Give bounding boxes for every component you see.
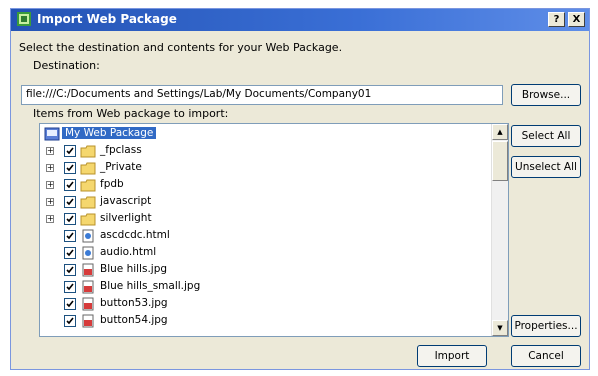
folder-label: javascript xyxy=(100,195,152,207)
destination-field[interactable]: file:///C:/Documents and Settings/Lab/My… xyxy=(21,85,503,105)
folder-icon xyxy=(80,213,96,226)
file-label: Blue hills_small.jpg xyxy=(100,280,201,292)
instruction-text: Select the destination and contents for … xyxy=(19,41,343,54)
properties-button[interactable]: Properties... xyxy=(511,315,581,337)
web-package-icon xyxy=(44,127,60,141)
check-icon xyxy=(66,266,74,274)
item-checkbox[interactable] xyxy=(64,213,76,225)
close-button[interactable]: X xyxy=(568,12,585,27)
expand-icon[interactable]: + xyxy=(46,147,54,155)
cancel-button[interactable]: Cancel xyxy=(511,345,581,367)
folder-label: _fpclass xyxy=(100,144,142,156)
check-icon xyxy=(66,232,74,240)
tree-file-item[interactable]: button54.jpg xyxy=(64,313,264,330)
folder-label: silverlight xyxy=(100,212,152,224)
unselect-all-button[interactable]: Unselect All xyxy=(511,156,581,178)
dialog-title: Import Web Package xyxy=(37,12,177,26)
item-checkbox[interactable] xyxy=(64,179,76,191)
expand-icon[interactable]: + xyxy=(46,164,54,172)
items-label: Items from Web package to import: xyxy=(33,107,229,120)
image-file-icon xyxy=(82,314,94,328)
item-checkbox[interactable] xyxy=(64,230,76,242)
scroll-thumb[interactable] xyxy=(492,141,508,181)
import-web-package-dialog: Import Web Package ? X Select the destin… xyxy=(10,8,590,370)
check-icon xyxy=(66,147,74,155)
scroll-down-icon[interactable]: ▼ xyxy=(492,320,508,336)
tree-scrollbar[interactable]: ▲ ▼ xyxy=(491,124,508,336)
file-label: Blue hills.jpg xyxy=(100,263,168,275)
image-file-icon xyxy=(82,280,94,294)
expand-icon[interactable]: + xyxy=(46,215,54,223)
tree-folder-item[interactable]: + _Private xyxy=(46,160,246,177)
image-file-icon xyxy=(82,263,94,277)
item-checkbox[interactable] xyxy=(64,247,76,259)
html-file-icon xyxy=(82,229,94,243)
tree-file-item[interactable]: Blue hills_small.jpg xyxy=(64,279,264,296)
tree-file-item[interactable]: button53.jpg xyxy=(64,296,264,313)
tree-file-item[interactable]: ascdcdc.html xyxy=(64,228,264,245)
check-icon xyxy=(66,215,74,223)
check-icon xyxy=(66,181,74,189)
item-checkbox[interactable] xyxy=(64,298,76,310)
folder-icon xyxy=(80,179,96,192)
check-icon xyxy=(66,164,74,172)
check-icon xyxy=(66,249,74,257)
tree-folder-item[interactable]: + silverlight xyxy=(46,211,246,228)
check-icon xyxy=(66,198,74,206)
item-checkbox[interactable] xyxy=(64,281,76,293)
folder-label: fpdb xyxy=(100,178,124,190)
expand-icon[interactable]: + xyxy=(46,198,54,206)
check-icon xyxy=(66,300,74,308)
package-tree[interactable]: My Web Package + _fpclass + _Private + f… xyxy=(39,123,509,337)
html-file-icon xyxy=(82,246,94,260)
scroll-up-icon[interactable]: ▲ xyxy=(492,124,508,140)
tree-folder-item[interactable]: + javascript xyxy=(46,194,246,211)
folder-icon xyxy=(80,145,96,158)
expand-icon[interactable]: + xyxy=(46,181,54,189)
destination-label: Destination: xyxy=(33,59,100,72)
tree-folder-item[interactable]: + fpdb xyxy=(46,177,246,194)
file-label: ascdcdc.html xyxy=(100,229,170,241)
file-label: button53.jpg xyxy=(100,297,168,309)
select-all-button[interactable]: Select All xyxy=(511,125,581,147)
tree-file-item[interactable]: Blue hills.jpg xyxy=(64,262,264,279)
item-checkbox[interactable] xyxy=(64,196,76,208)
help-button[interactable]: ? xyxy=(548,12,565,27)
item-checkbox[interactable] xyxy=(64,145,76,157)
tree-folder-item[interactable]: + _fpclass xyxy=(46,143,246,160)
app-icon xyxy=(17,12,31,26)
folder-icon xyxy=(80,196,96,209)
import-button[interactable]: Import xyxy=(417,345,487,367)
item-checkbox[interactable] xyxy=(64,162,76,174)
folder-label: _Private xyxy=(100,161,142,173)
file-label: button54.jpg xyxy=(100,314,168,326)
browse-button[interactable]: Browse... xyxy=(511,84,581,106)
check-icon xyxy=(66,283,74,291)
file-label: audio.html xyxy=(100,246,157,258)
item-checkbox[interactable] xyxy=(64,315,76,327)
check-icon xyxy=(66,317,74,325)
image-file-icon xyxy=(82,297,94,311)
tree-root-label: My Web Package xyxy=(62,127,157,139)
tree-file-item[interactable]: audio.html xyxy=(64,245,264,262)
item-checkbox[interactable] xyxy=(64,264,76,276)
folder-icon xyxy=(80,162,96,175)
title-bar: Import Web Package ? X xyxy=(11,9,589,31)
